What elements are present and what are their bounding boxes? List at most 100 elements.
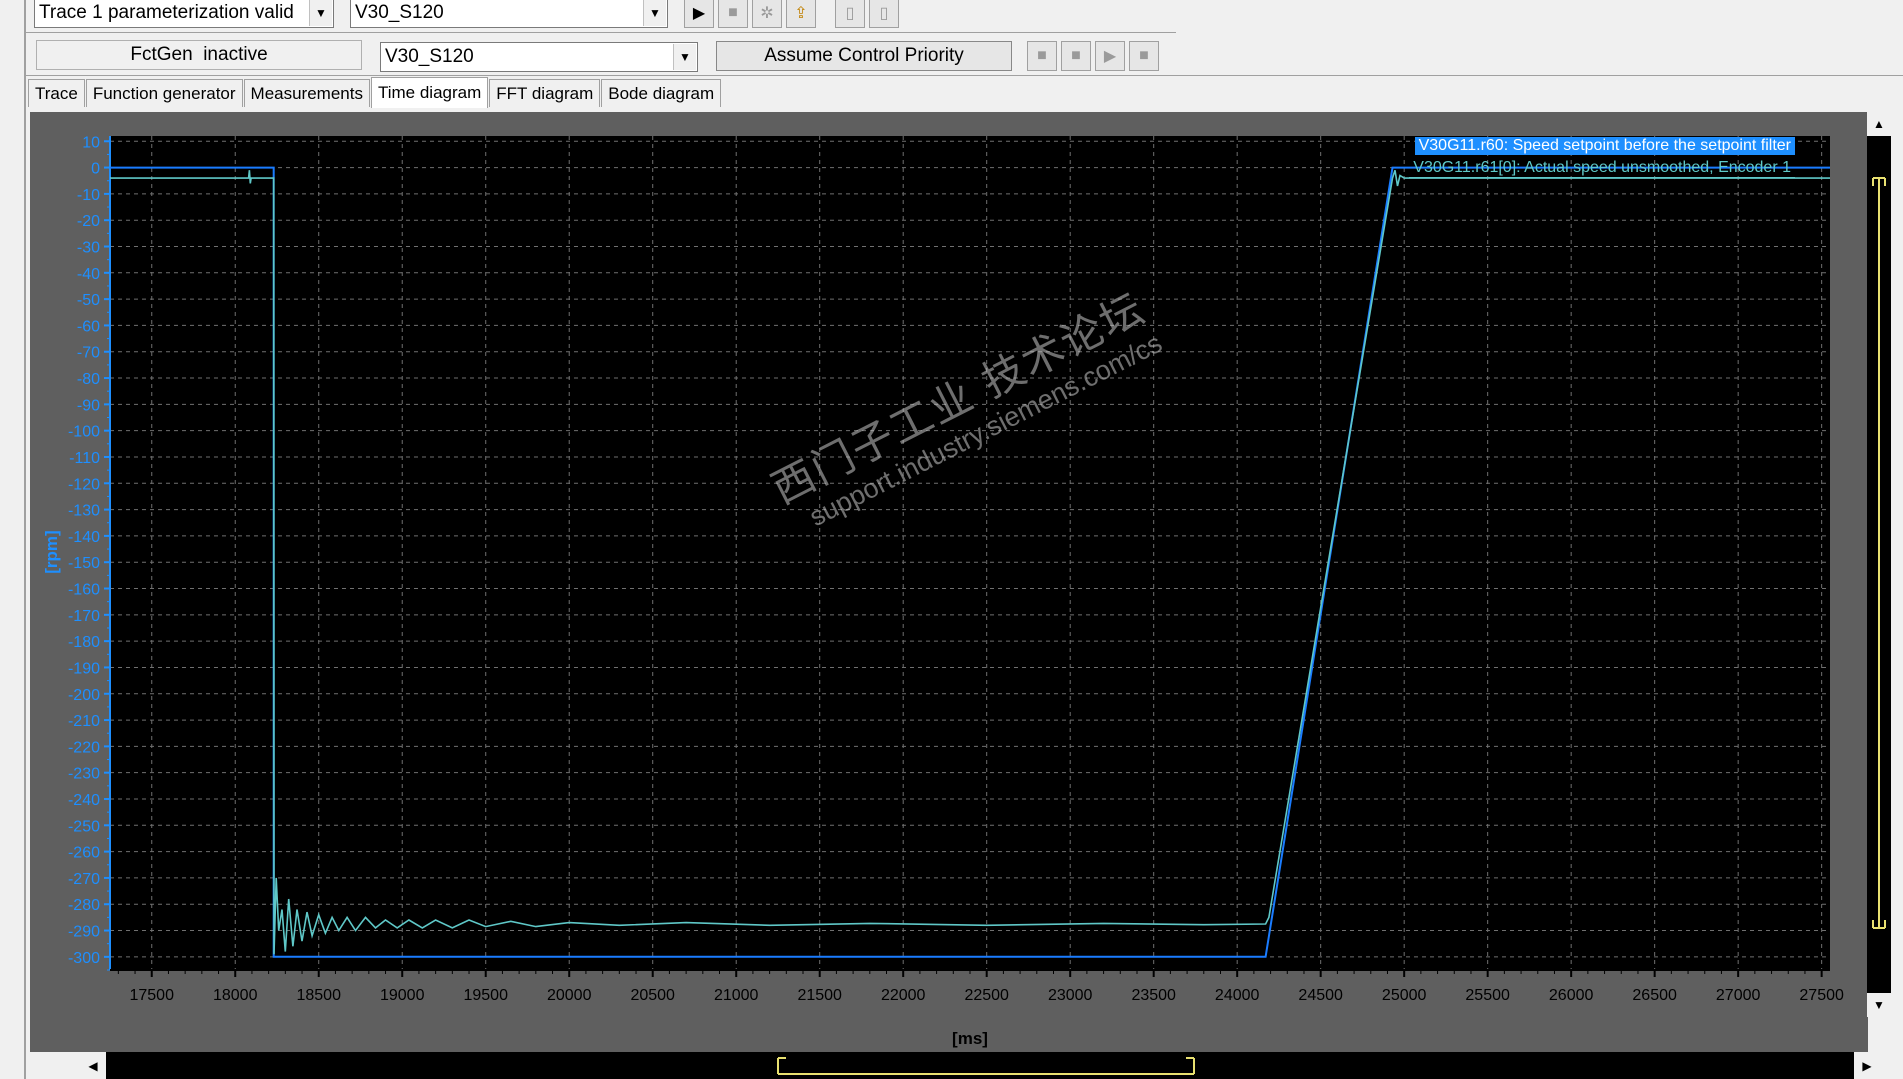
x-tick-label: 17500 (129, 987, 174, 1004)
fg-stop-button[interactable]: ■ (1129, 41, 1159, 71)
y-tick-label: -10 (77, 187, 100, 204)
y-tick-label: -200 (68, 687, 100, 704)
scroll-down-icon[interactable]: ▼ (1867, 993, 1891, 1017)
y-tick-label: -100 (68, 424, 100, 441)
legend-item-setpoint[interactable]: V30G11.r60: Speed setpoint before the se… (1414, 137, 1795, 155)
trace-settings-icon[interactable]: ✲ (752, 0, 782, 28)
y-tick-label: -130 (68, 503, 100, 520)
tab-bar: Trace Function generator Measurements Ti… (28, 77, 722, 109)
vertical-scrollbar[interactable]: ▲ ▼ (1867, 112, 1891, 1017)
horizontal-zoom-bracket[interactable] (776, 1052, 1196, 1079)
device-select-1[interactable]: V30_S120 ▼ (350, 0, 668, 28)
time-diagram-chart[interactable]: 10 0 -10 -20 -30 -40 -50 -60 -70 -80 -90 -100 -110 -1… (30, 112, 1868, 1052)
vertical-zoom-bracket[interactable] (1867, 176, 1891, 936)
x-tick-label: 22000 (881, 987, 926, 1004)
tab-fft-diagram-label: FFT diagram (496, 83, 594, 103)
tab-measurements-label: Measurements (250, 83, 363, 103)
fg-button-2[interactable]: ■ (1061, 41, 1091, 71)
y-tick-label: -190 (68, 660, 100, 677)
x-tick-label: 18500 (296, 987, 341, 1004)
x-tick-label: 25500 (1465, 987, 1510, 1004)
x-tick-label: 26500 (1632, 987, 1677, 1004)
x-tick-label: 20500 (630, 987, 675, 1004)
plot-area (110, 136, 1830, 970)
y-tick-label: -140 (68, 529, 100, 546)
tab-function-generator-label: Function generator (92, 83, 236, 103)
y-tick-label: -220 (68, 739, 100, 756)
y-tick-label: -270 (68, 871, 100, 888)
scroll-left-icon[interactable]: ◀ (80, 1052, 106, 1079)
y-tick-label: -150 (68, 555, 100, 572)
tab-trace[interactable]: Trace (28, 79, 85, 107)
x-tick-label: 23500 (1131, 987, 1176, 1004)
tab-fft-diagram[interactable]: FFT diagram (489, 79, 601, 107)
y-tick-label: -230 (68, 766, 100, 783)
time-diagram-panel: 10 0 -10 -20 -30 -40 -50 -60 -70 -80 -90 -100 -110 -1… (30, 112, 1868, 1052)
y-tick-label: -170 (68, 608, 100, 625)
legend-item-actual[interactable]: V30G11.r61[0]: Actual speed unsmoothed, … (1409, 159, 1795, 178)
scroll-up-icon[interactable]: ▲ (1867, 112, 1891, 136)
tab-bode-diagram[interactable]: Bode diagram (601, 79, 722, 107)
x-tick-label: 20000 (547, 987, 592, 1004)
x-tick-label: 21000 (714, 987, 759, 1004)
legend-setpoint-label: V30G11.r60: Speed setpoint before the se… (1418, 137, 1791, 154)
x-axis-label-text: [ms] (952, 1029, 988, 1048)
y-tick-label: -30 (77, 239, 100, 256)
y-tick-label: -20 (77, 213, 100, 230)
y-axis-label-text: [rpm] (42, 530, 61, 574)
x-tick-label: 27500 (1799, 987, 1844, 1004)
fg-start-button[interactable]: ▶ (1095, 41, 1125, 71)
x-tick-label: 19000 (380, 987, 425, 1004)
x-tick-label: 26000 (1549, 987, 1594, 1004)
x-tick-label: 25000 (1382, 987, 1427, 1004)
y-tick-label: -40 (77, 266, 100, 283)
assume-control-priority-button[interactable]: Assume Control Priority (716, 41, 1012, 71)
y-tick-label: -90 (77, 397, 100, 414)
x-tick-label: 22500 (964, 987, 1009, 1004)
stop-trace-button[interactable]: ■ (718, 0, 748, 28)
y-tick-label: -110 (69, 450, 100, 467)
start-trace-button[interactable]: ▶ (684, 0, 714, 28)
y-tick-label: -210 (68, 713, 100, 730)
x-tick-label: 23000 (1048, 987, 1093, 1004)
tab-time-diagram[interactable]: Time diagram (370, 77, 489, 108)
x-tick-label: 24500 (1298, 987, 1343, 1004)
fctgen-status-text: FctGen inactive (130, 44, 268, 65)
device-select-2-text: V30_S120 (385, 46, 474, 67)
fg-button-1[interactable]: ■ (1027, 41, 1057, 71)
chevron-down-icon[interactable]: ▼ (643, 0, 666, 26)
y-tick-label: -80 (77, 371, 100, 388)
tab-trace-label: Trace (35, 83, 78, 103)
chevron-down-icon[interactable]: ▼ (673, 44, 696, 70)
tab-function-generator[interactable]: Function generator (85, 79, 243, 107)
y-axis-label: [rpm] (42, 522, 62, 582)
tab-bode-diagram-label: Bode diagram (608, 83, 715, 103)
y-tick-label: -60 (77, 318, 100, 335)
y-tick-label: -290 (68, 924, 100, 941)
device-select-1-text: V30_S120 (355, 2, 444, 23)
tab-measurements[interactable]: Measurements (243, 79, 370, 107)
x-tick-label: 18000 (213, 987, 258, 1004)
assume-control-priority-label: Assume Control Priority (764, 45, 964, 66)
chevron-down-icon[interactable]: ▼ (309, 0, 332, 26)
x-axis-label: [ms] (930, 1029, 1010, 1049)
y-tick-label: -120 (68, 476, 100, 493)
trace-status-select[interactable]: Trace 1 parameterization valid ▼ (34, 0, 334, 28)
left-frame-border (0, 0, 26, 1079)
scroll-right-icon[interactable]: ▶ (1854, 1052, 1880, 1079)
y-tick-label: 0 (91, 161, 100, 178)
toolbar-separator (26, 32, 1176, 33)
upload-trace-button[interactable]: ⇪ (786, 0, 816, 28)
horizontal-scrollbar[interactable]: ◀ ▶ (80, 1052, 1880, 1079)
toolbar-separator-2 (26, 75, 1903, 76)
y-tick-label: -70 (77, 345, 100, 362)
fctgen-status: FctGen inactive (36, 40, 362, 70)
y-tick-label: -280 (68, 897, 100, 914)
y-tick-label: 10 (82, 134, 100, 151)
y-tick-label: -160 (68, 582, 100, 599)
legend-actual-label: V30G11.r61[0]: Actual speed unsmoothed, … (1413, 159, 1791, 176)
device-button-2[interactable]: ▯ (869, 0, 899, 28)
x-tick-label: 27000 (1716, 987, 1761, 1004)
device-select-2[interactable]: V30_S120 ▼ (380, 42, 698, 72)
device-button-1[interactable]: ▯ (835, 0, 865, 28)
